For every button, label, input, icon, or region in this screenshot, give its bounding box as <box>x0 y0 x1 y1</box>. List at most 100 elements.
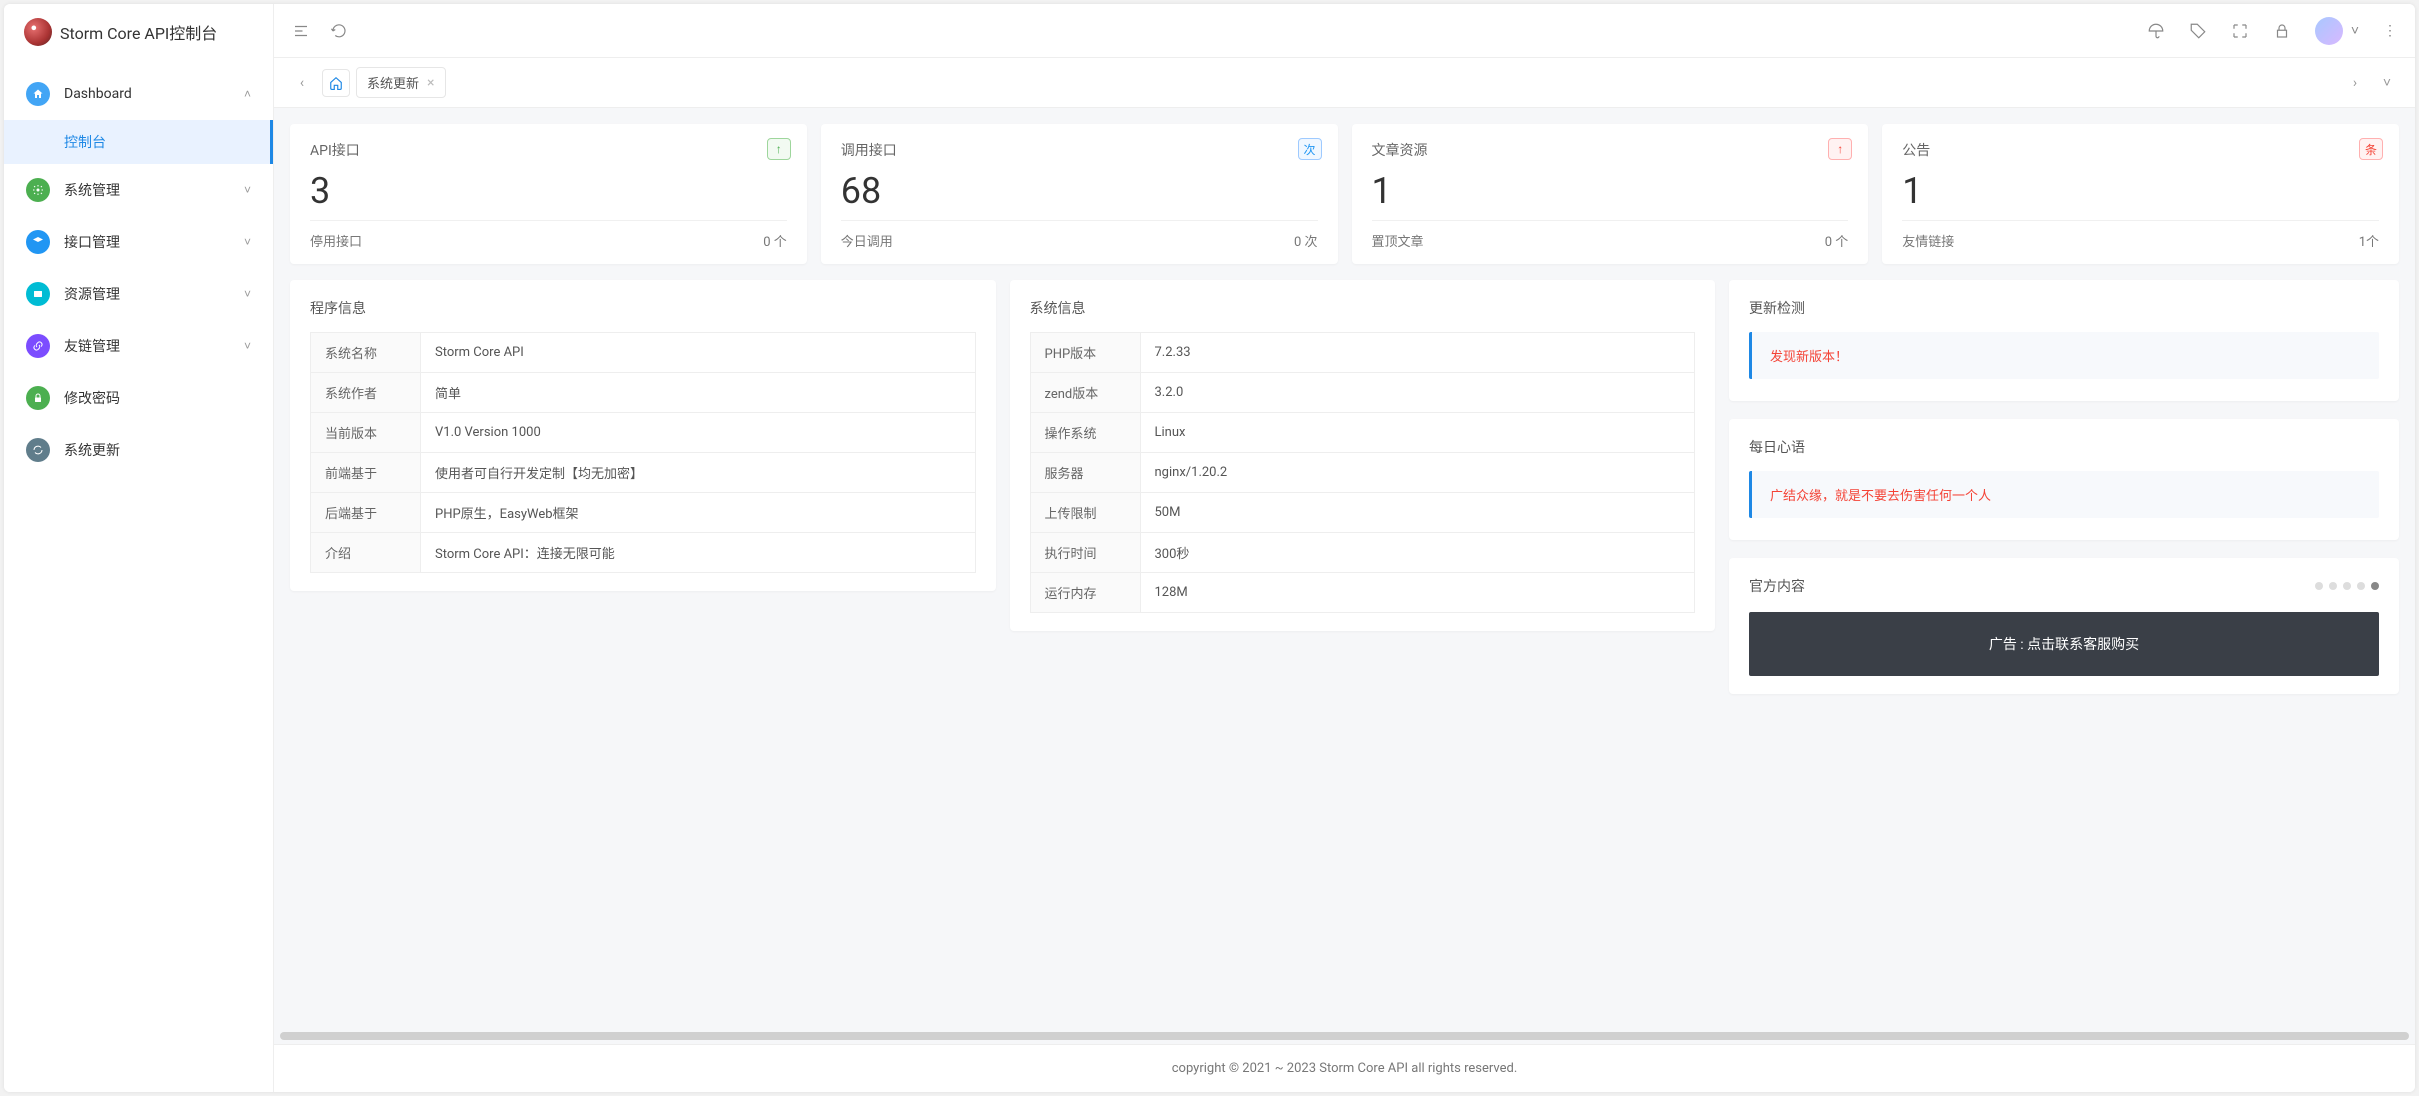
chevron-up-icon: ˄ <box>244 87 251 101</box>
carousel-dots[interactable] <box>2315 582 2379 590</box>
table-key: 操作系统 <box>1030 413 1140 453</box>
chevron-down-icon: ˅ <box>244 287 251 301</box>
stat-value: 68 <box>841 170 1318 212</box>
chevron-down-icon: ˅ <box>244 183 251 197</box>
sidebar-item-resource-mgmt[interactable]: 资源管理 ˅ <box>4 268 273 320</box>
stat-sub-value: 0 个 <box>1825 231 1849 250</box>
tab-label: 系统更新 <box>367 73 419 92</box>
sidebar-item-system-mgmt[interactable]: 系统管理 ˅ <box>4 164 273 216</box>
app-title: Storm Core API控制台 <box>60 20 217 44</box>
horizontal-scrollbar[interactable] <box>280 1032 2409 1040</box>
arrow-up-icon: ↑ <box>767 138 791 160</box>
link-icon <box>26 334 50 358</box>
stat-sub-value: 0 个 <box>763 231 787 250</box>
logo-icon <box>24 18 52 46</box>
user-avatar[interactable] <box>2315 17 2343 45</box>
table-row: 系统名称Storm Core API <box>311 333 976 373</box>
dot-icon[interactable] <box>2371 582 2379 590</box>
table-row: PHP版本7.2.33 <box>1030 333 1695 373</box>
table-row: 运行内存128M <box>1030 573 1695 613</box>
table-val: 50M <box>1140 493 1695 533</box>
dot-icon[interactable] <box>2315 582 2323 590</box>
update-alert: 发现新版本！ <box>1749 332 2379 379</box>
table-row: 上传限制50M <box>1030 493 1695 533</box>
stat-sub-label: 友情链接 <box>1902 231 1954 250</box>
table-val: Storm Core API <box>421 333 976 373</box>
sidebar-item-system-update[interactable]: 系统更新 <box>4 424 273 476</box>
stat-card-api: API接口 ↑ 3 停用接口0 个 <box>290 124 807 264</box>
table-key: zend版本 <box>1030 373 1140 413</box>
program-info-table: 系统名称Storm Core API 系统作者简单 当前版本V1.0 Versi… <box>310 332 976 573</box>
official-content-card: 官方内容 广告 : 点击联系客服购买 <box>1729 558 2399 694</box>
table-val: V1.0 Version 1000 <box>421 413 976 453</box>
table-key: 系统作者 <box>311 373 421 413</box>
tag-icon[interactable] <box>2189 22 2207 40</box>
table-val: Linux <box>1140 413 1695 453</box>
program-info-card: 程序信息 系统名称Storm Core API 系统作者简单 当前版本V1.0 … <box>290 280 996 591</box>
stat-card-calls: 调用接口 次 68 今日调用0 次 <box>821 124 1338 264</box>
tab-system-update[interactable]: 系统更新 × <box>356 67 446 98</box>
stat-title: 调用接口 <box>841 140 1318 160</box>
chevron-down-icon[interactable]: ˅ <box>2351 22 2359 39</box>
sidebar-item-link-mgmt[interactable]: 友链管理 ˅ <box>4 320 273 372</box>
table-key: PHP版本 <box>1030 333 1140 373</box>
sidebar-item-label: Dashboard <box>64 86 230 102</box>
table-val: 简单 <box>421 373 976 413</box>
table-val: 7.2.33 <box>1140 333 1695 373</box>
table-val: 使用者可自行开发定制【均无加密】 <box>421 453 976 493</box>
table-val: 128M <box>1140 573 1695 613</box>
tab-prev-button[interactable]: ‹ <box>288 69 316 97</box>
table-row: zend版本3.2.0 <box>1030 373 1695 413</box>
sidebar-item-change-password[interactable]: 修改密码 <box>4 372 273 424</box>
stat-title: 文章资源 <box>1372 140 1849 160</box>
sidebar-item-api-mgmt[interactable]: 接口管理 ˅ <box>4 216 273 268</box>
ad-banner[interactable]: 广告 : 点击联系客服购买 <box>1749 612 2379 676</box>
table-row: 系统作者简单 <box>311 373 976 413</box>
sidebar-item-label: 资源管理 <box>64 284 230 304</box>
reload-button[interactable] <box>330 22 348 40</box>
stat-value: 1 <box>1902 170 2379 212</box>
lock-icon <box>26 386 50 410</box>
table-key: 执行时间 <box>1030 533 1140 573</box>
topbar: ˅ ⋮ <box>274 4 2415 58</box>
sidebar-nav: Dashboard ˄ 控制台 系统管理 ˅ 接口管理 ˅ 资源管理 ˅ <box>4 60 273 484</box>
collapse-sidebar-button[interactable] <box>292 22 310 40</box>
sidebar-item-dashboard[interactable]: Dashboard ˄ <box>4 68 273 120</box>
fullscreen-icon[interactable] <box>2231 22 2249 40</box>
more-icon[interactable]: ⋮ <box>2383 23 2397 39</box>
daily-quote-card: 每日心语 广结众缘，就是不要去伤害任何一个人 <box>1729 419 2399 540</box>
content-scroll[interactable]: API接口 ↑ 3 停用接口0 个 调用接口 次 68 今日调用0 次 文章资源… <box>274 108 2415 1032</box>
table-key: 系统名称 <box>311 333 421 373</box>
arrow-up-icon: ↑ <box>1828 138 1852 160</box>
chevron-down-icon: ˅ <box>244 339 251 353</box>
tab-menu-button[interactable]: ˅ <box>2373 69 2401 97</box>
dot-icon[interactable] <box>2343 582 2351 590</box>
table-row: 当前版本V1.0 Version 1000 <box>311 413 976 453</box>
sidebar-item-label: 接口管理 <box>64 232 230 252</box>
table-row: 操作系统Linux <box>1030 413 1695 453</box>
lock-icon[interactable] <box>2273 22 2291 40</box>
close-icon[interactable]: × <box>427 75 434 91</box>
tab-next-button[interactable]: › <box>2341 69 2369 97</box>
table-val: PHP原生，EasyWeb框架 <box>421 493 976 533</box>
card-title: 系统信息 <box>1030 298 1696 318</box>
stat-value: 1 <box>1372 170 1849 212</box>
sidebar-subitem-console[interactable]: 控制台 <box>4 120 273 164</box>
logo-row: Storm Core API控制台 <box>4 4 273 60</box>
umbrella-icon[interactable] <box>2147 22 2165 40</box>
sidebar: Storm Core API控制台 Dashboard ˄ 控制台 系统管理 ˅… <box>4 4 274 1092</box>
chevron-down-icon: ˅ <box>244 235 251 249</box>
card-title: 每日心语 <box>1749 437 2379 457</box>
table-val: 3.2.0 <box>1140 373 1695 413</box>
home-icon <box>26 82 50 106</box>
badge-icon: 次 <box>1298 138 1322 160</box>
card-title: 程序信息 <box>310 298 976 318</box>
quote-alert: 广结众缘，就是不要去伤害任何一个人 <box>1749 471 2379 518</box>
dot-icon[interactable] <box>2357 582 2365 590</box>
dot-icon[interactable] <box>2329 582 2337 590</box>
layers-icon <box>26 230 50 254</box>
table-key: 后端基于 <box>311 493 421 533</box>
tab-home-button[interactable] <box>322 69 350 97</box>
stat-card-notice: 公告 条 1 友情链接1个 <box>1882 124 2399 264</box>
update-check-card: 更新检测 发现新版本！ <box>1729 280 2399 401</box>
